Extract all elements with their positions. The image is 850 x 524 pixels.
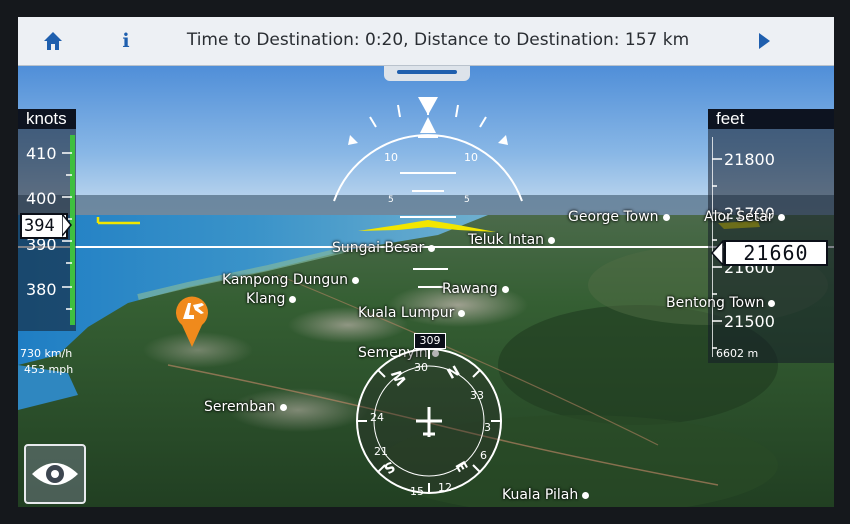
speed-tick: 410 xyxy=(26,144,57,163)
place-label-klang[interactable]: Klang xyxy=(246,291,300,307)
place-label-seremban[interactable]: Seremban xyxy=(204,399,291,415)
pitch-label-5-left: 5 xyxy=(388,195,394,205)
place-label-rawang[interactable]: Rawang xyxy=(442,281,513,297)
eye-icon xyxy=(32,463,78,485)
place-label-teluk-intan[interactable]: Teluk Intan xyxy=(468,232,559,248)
next-arrow-icon[interactable] xyxy=(754,31,774,51)
place-name: Klang xyxy=(246,291,286,307)
place-name: Alor Setar xyxy=(704,209,774,225)
attitude-indicator xyxy=(333,97,523,218)
ground-speed-mph: 453 mph xyxy=(24,363,74,376)
place-label-kuala-lumpur[interactable]: Kuala Lumpur xyxy=(358,305,469,321)
speed-tick: 380 xyxy=(26,280,57,299)
place-label-bentong-town[interactable]: Bentong Town xyxy=(666,295,779,311)
compass-number: 33 xyxy=(470,389,484,402)
ground-speed-kmh: 730 km/h xyxy=(20,347,73,360)
place-dot xyxy=(777,213,785,221)
compass-number: 24 xyxy=(370,411,384,424)
speed-tick: 400 xyxy=(26,189,57,208)
speed-unit-label: knots xyxy=(18,109,76,129)
place-name: Kuala Pilah xyxy=(502,487,579,503)
speed-pointer-icon xyxy=(62,213,72,237)
place-name: George Town xyxy=(568,209,659,225)
compass-number: 6 xyxy=(480,449,487,462)
place-dot xyxy=(428,244,436,252)
place-name: Teluk Intan xyxy=(468,232,545,248)
pitch-label-5-right: 5 xyxy=(464,195,470,205)
flight-map-screen: 10 10 5 5 knots 410 400 390 380 394 730 … xyxy=(18,17,834,507)
place-dot xyxy=(279,403,287,411)
current-altitude: 21660 xyxy=(724,240,828,266)
pitch-label-10-left: 10 xyxy=(384,151,398,164)
place-dot xyxy=(501,285,509,293)
home-icon[interactable] xyxy=(42,30,64,52)
place-label-kampong-dungun[interactable]: Kampong Dungun xyxy=(222,272,363,288)
place-name: Sungai Besar xyxy=(332,240,425,256)
map-view[interactable]: 10 10 5 5 knots 410 400 390 380 394 730 … xyxy=(18,65,834,507)
compass-number: 12 xyxy=(438,481,452,494)
handle-bar xyxy=(397,70,457,74)
place-dot xyxy=(289,295,297,303)
heading-box: 309 xyxy=(414,333,446,349)
pitch-label-10-right: 10 xyxy=(464,151,478,164)
place-dot xyxy=(662,213,670,221)
compass-number: 30 xyxy=(414,361,428,374)
altitude-tick: 21500 xyxy=(724,312,775,331)
place-label-alor-setar[interactable]: Alor Setar xyxy=(704,209,789,225)
altitude-meters: 6602 m xyxy=(716,347,759,360)
place-label-kuala-pilah[interactable]: Kuala Pilah xyxy=(502,487,593,503)
airport-pin-icon[interactable] xyxy=(174,293,210,349)
destination-status: Time to Destination: 0:20, Distance to D… xyxy=(186,30,690,50)
place-name: Rawang xyxy=(442,281,498,297)
altitude-pointer-icon xyxy=(710,240,724,266)
altitude-unit-label: feet xyxy=(708,109,834,129)
place-dot xyxy=(768,299,776,307)
current-airspeed: 394 xyxy=(20,213,68,239)
altitude-tick: 21800 xyxy=(724,150,775,169)
place-label-george-town[interactable]: George Town xyxy=(568,209,674,225)
panel-drag-handle[interactable] xyxy=(384,65,470,81)
place-dot xyxy=(351,276,359,284)
place-name: Kuala Lumpur xyxy=(358,305,455,321)
place-dot xyxy=(458,309,466,317)
compass-number: 15 xyxy=(410,485,424,498)
view-toggle-button[interactable] xyxy=(24,444,86,504)
place-label-sungai-besar[interactable]: Sungai Besar xyxy=(332,240,439,256)
place-dot xyxy=(582,491,590,499)
compass-number: 3 xyxy=(484,421,491,434)
compass-number: 21 xyxy=(374,445,388,458)
place-name: Kampong Dungun xyxy=(222,272,348,288)
place-name: Seremban xyxy=(204,399,276,415)
top-bar: i Time to Destination: 0:20, Distance to… xyxy=(18,17,834,66)
info-icon[interactable]: i xyxy=(116,28,136,54)
place-name: Bentong Town xyxy=(666,295,765,311)
place-dot xyxy=(548,236,556,244)
